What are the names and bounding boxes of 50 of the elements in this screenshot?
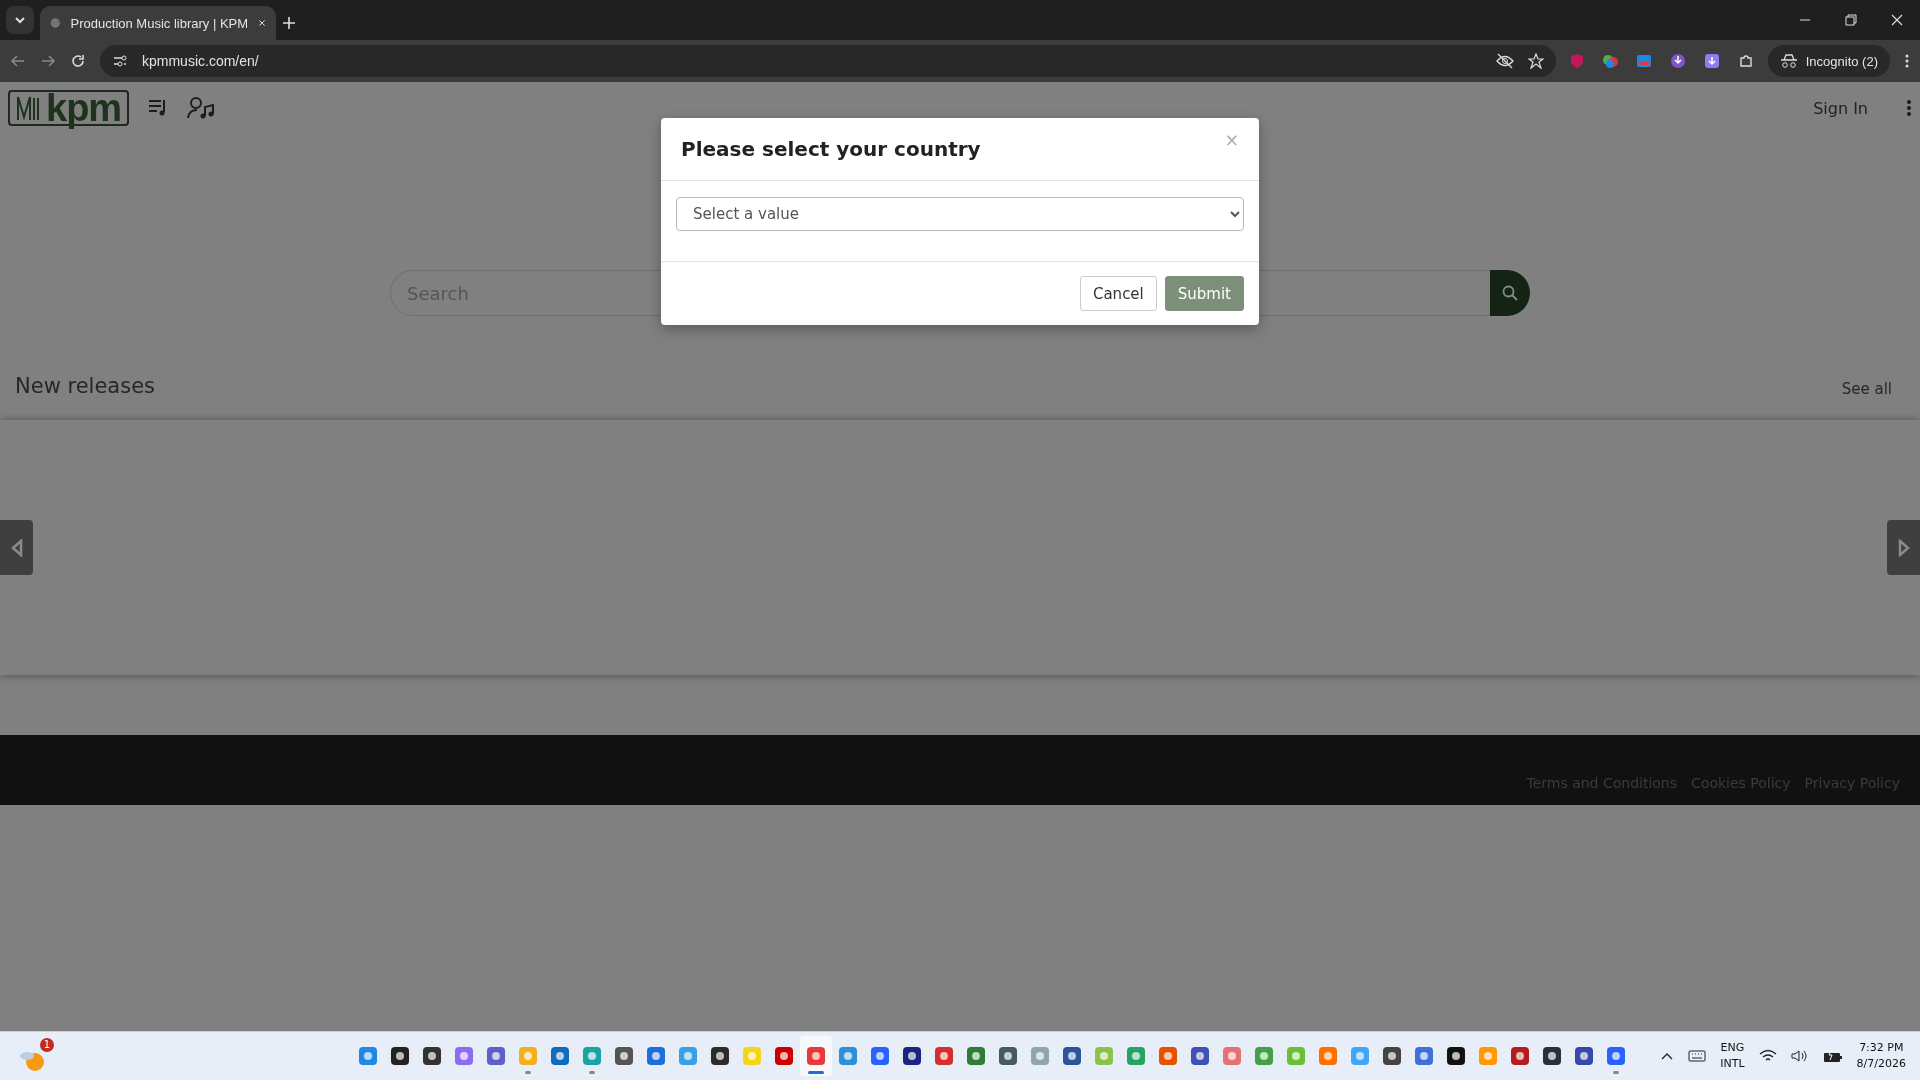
incognito-button[interactable]: Incognito (2): [1767, 45, 1890, 77]
close-icon[interactable]: [258, 17, 266, 29]
close-button[interactable]: ×: [1224, 130, 1239, 150]
triangle-left-icon: [10, 538, 23, 557]
star-icon[interactable]: [1527, 53, 1544, 69]
forward-icon[interactable]: [40, 53, 56, 69]
close-icon[interactable]: [1891, 14, 1903, 26]
clock[interactable]: 7:32 PM 8/7/2026: [1856, 1040, 1906, 1072]
search-icon: [1502, 285, 1518, 301]
user-music-icon[interactable]: [187, 96, 216, 120]
previous-button[interactable]: [0, 520, 33, 575]
globe-icon: [50, 15, 61, 31]
dialog-title: Please select your country: [681, 137, 981, 161]
download-icon[interactable]: [1669, 53, 1686, 69]
input-language-button[interactable]: ENG INTL: [1720, 1040, 1745, 1072]
stripes-icon: [16, 95, 42, 121]
eye-off-icon[interactable]: [1495, 53, 1514, 69]
chevron-down-icon: [14, 14, 26, 26]
extension-icon[interactable]: [1635, 53, 1652, 69]
tab-search-button[interactable]: [6, 6, 34, 34]
search-button[interactable]: [1490, 270, 1530, 316]
chevron-up-icon[interactable]: [1660, 1051, 1675, 1061]
see-all-link[interactable]: See all: [1841, 380, 1892, 398]
tab-title: Production Music library | KPM: [70, 15, 249, 31]
browser-tab[interactable]: Production Music library | KPM: [40, 6, 276, 40]
address-bar[interactable]: kpmmusic.com/en/: [100, 45, 1556, 77]
sign-in-link[interactable]: Sign In: [1813, 98, 1868, 118]
cancel-button[interactable]: Cancel: [1079, 276, 1157, 311]
next-button[interactable]: [1887, 520, 1920, 575]
back-icon[interactable]: [10, 53, 26, 69]
country-select[interactable]: Select a value: [676, 197, 1244, 231]
download-icon[interactable]: [1703, 53, 1720, 69]
site-settings-icon[interactable]: [112, 53, 128, 69]
extension-icon[interactable]: [1601, 53, 1618, 69]
keyboard-icon[interactable]: [1688, 1049, 1707, 1063]
plus-icon[interactable]: [282, 16, 296, 30]
more-icon[interactable]: [1904, 53, 1910, 69]
reload-icon[interactable]: [70, 53, 86, 69]
submit-button[interactable]: Submit: [1164, 276, 1244, 311]
incognito-icon: [1779, 54, 1798, 68]
battery-icon[interactable]: [1822, 1049, 1843, 1063]
puzzle-icon[interactable]: [1737, 53, 1754, 69]
notification-badge: 1: [40, 1038, 54, 1052]
wifi-icon[interactable]: [1758, 1049, 1777, 1063]
volume-icon[interactable]: [1790, 1049, 1809, 1063]
url-text: kpmmusic.com/en/: [142, 53, 260, 69]
triangle-right-icon: [1897, 538, 1910, 557]
section-title: New releases: [15, 374, 155, 398]
restore-icon[interactable]: [1845, 14, 1857, 26]
more-icon[interactable]: [1906, 99, 1912, 117]
